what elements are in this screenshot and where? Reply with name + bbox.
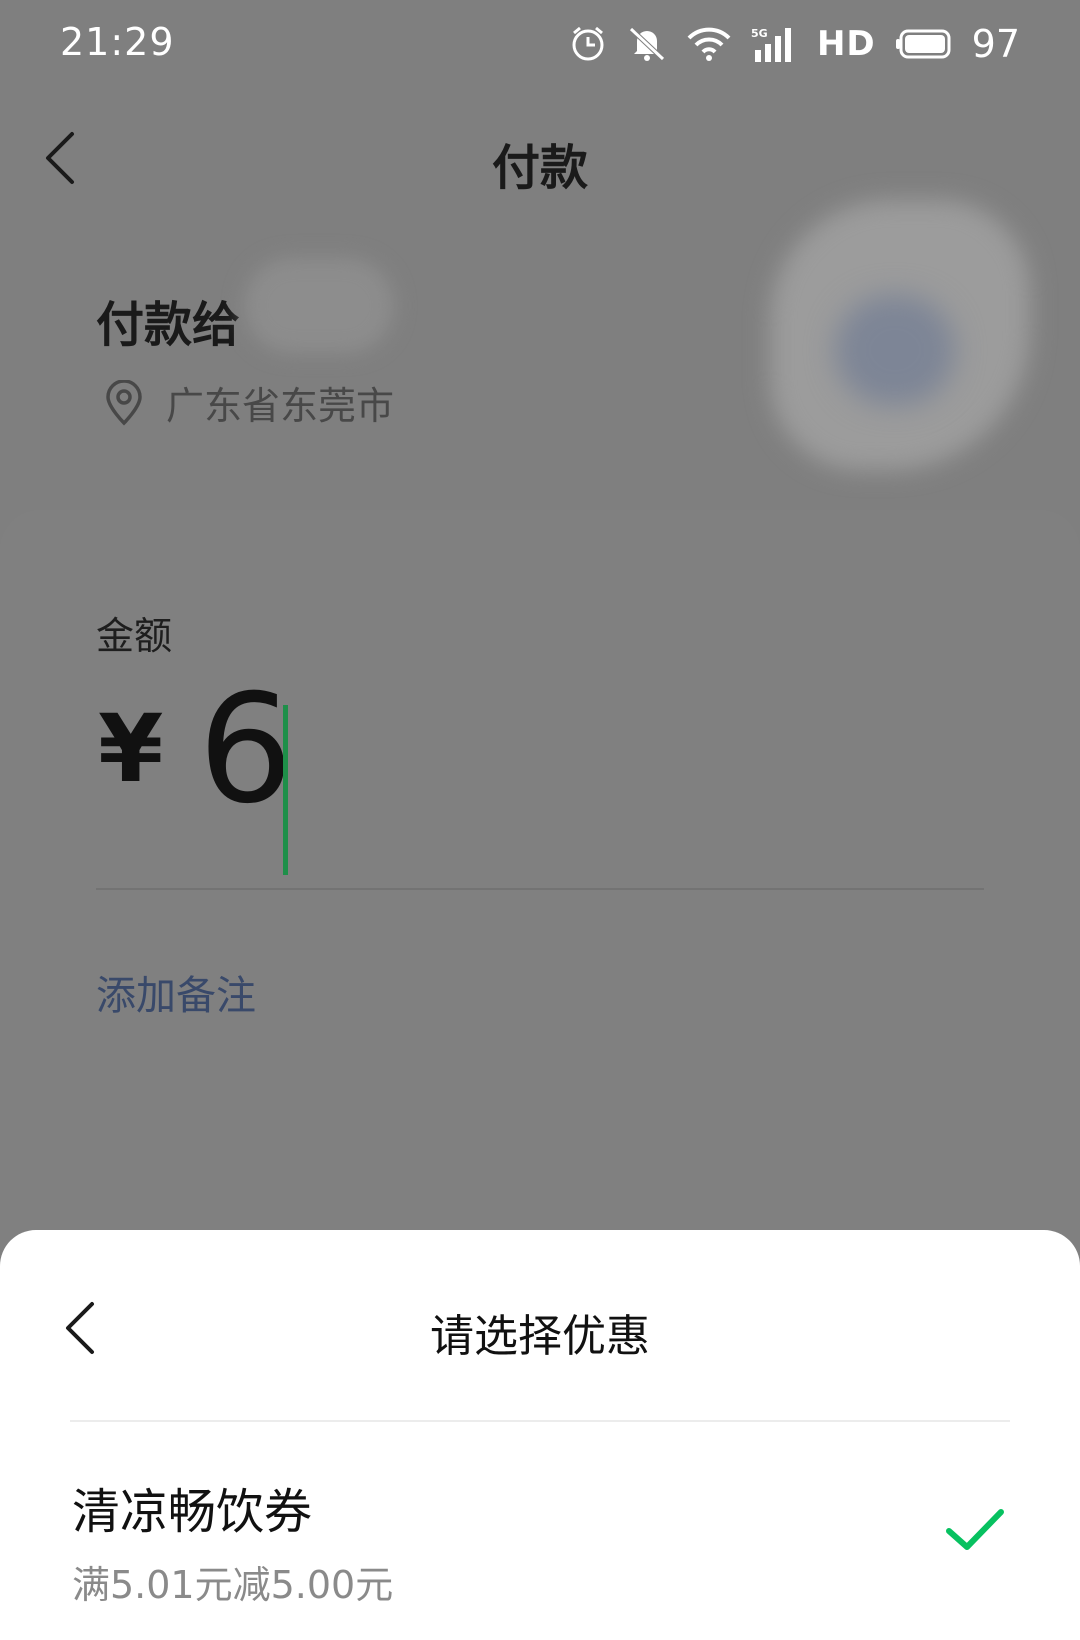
wifi-icon (687, 27, 731, 61)
amount-input[interactable]: 6 (198, 675, 293, 825)
check-icon (946, 1509, 1004, 1550)
svg-text:5G: 5G (751, 27, 768, 40)
merchant-info: 付款给 (96, 285, 240, 355)
merchant-name: 付款给 (96, 297, 241, 353)
text-cursor (283, 705, 288, 875)
status-time: 21:29 (60, 20, 175, 64)
battery-level: 97 (971, 22, 1020, 66)
coupon-sheet: 请选择优惠 清凉畅饮券 满5.01元减5.00元 (0, 1230, 1080, 1640)
mute-icon (629, 27, 665, 61)
status-icons: 5G HD 97 (569, 22, 1020, 66)
location-text: 广东省东莞市 (166, 384, 395, 428)
hd-indicator: HD (816, 24, 876, 64)
page-title: 付款 (491, 140, 588, 196)
sheet-title: 请选择优惠 (430, 1311, 650, 1362)
obscured-merchant-name (244, 258, 394, 353)
alarm-icon (572, 26, 604, 61)
merchant-location: 广东省东莞市 (104, 375, 394, 430)
coupon-condition: 满5.01元减5.00元 (72, 1563, 394, 1607)
battery-icon (895, 29, 951, 59)
obscured-avatar-center (835, 295, 955, 405)
location-pin-icon (106, 379, 142, 425)
amount-label: 金额 (96, 614, 173, 658)
coupon-name: 清凉畅饮券 (72, 1484, 313, 1540)
coupon-option[interactable]: 清凉畅饮券 满5.01元减5.00元 (0, 1422, 1080, 1640)
amount-divider (96, 888, 984, 890)
signal-icon: 5G (751, 27, 791, 62)
currency-symbol: ¥ (98, 695, 164, 804)
add-remark-link[interactable]: 添加备注 (96, 963, 256, 1021)
status-bar: 21:29 5G HD 97 (0, 0, 1080, 90)
